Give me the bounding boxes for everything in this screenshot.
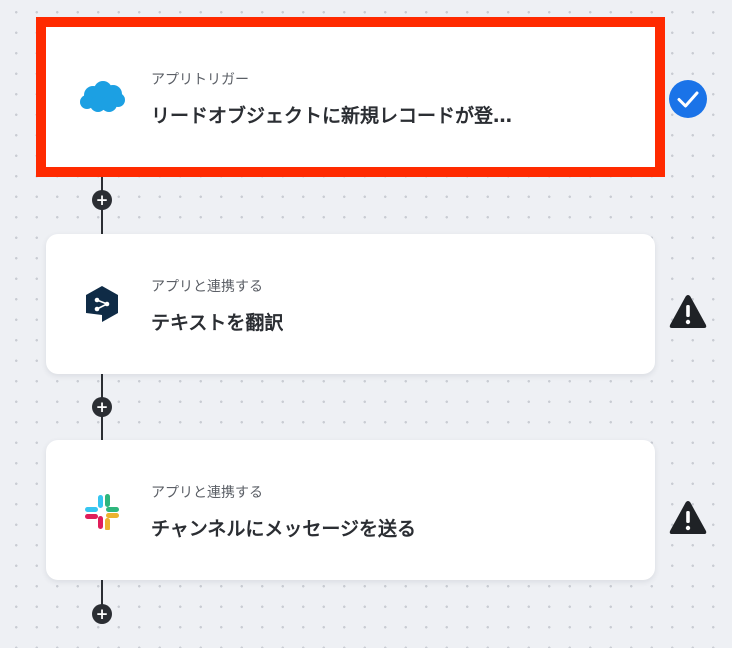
warning-triangle-icon (668, 498, 708, 538)
step-title: テキストを翻訳 (151, 312, 284, 334)
step-title: リードオブジェクトに新規レコードが登… (151, 105, 513, 127)
step-type-label: アプリと連携する (151, 279, 263, 295)
salesforce-cloud-icon (78, 77, 126, 117)
step-title: チャンネルにメッセージを送る (151, 518, 417, 540)
step-card-translate[interactable]: アプリと連携する テキストを翻訳 (46, 234, 655, 374)
deepl-icon (78, 284, 126, 324)
step-type-label: アプリと連携する (151, 485, 263, 501)
add-step-button[interactable]: + (92, 397, 112, 417)
add-step-button[interactable]: + (92, 190, 112, 210)
warning-triangle-icon (668, 292, 708, 332)
step-card-trigger[interactable]: アプリトリガー リードオブジェクトに新規レコードが登… (36, 17, 665, 177)
slack-icon (78, 490, 126, 531)
check-circle-icon (668, 79, 708, 119)
step-card-slack[interactable]: アプリと連携する チャンネルにメッセージを送る (46, 440, 655, 580)
step-type-label: アプリトリガー (151, 72, 249, 88)
add-step-button[interactable]: + (92, 604, 112, 624)
